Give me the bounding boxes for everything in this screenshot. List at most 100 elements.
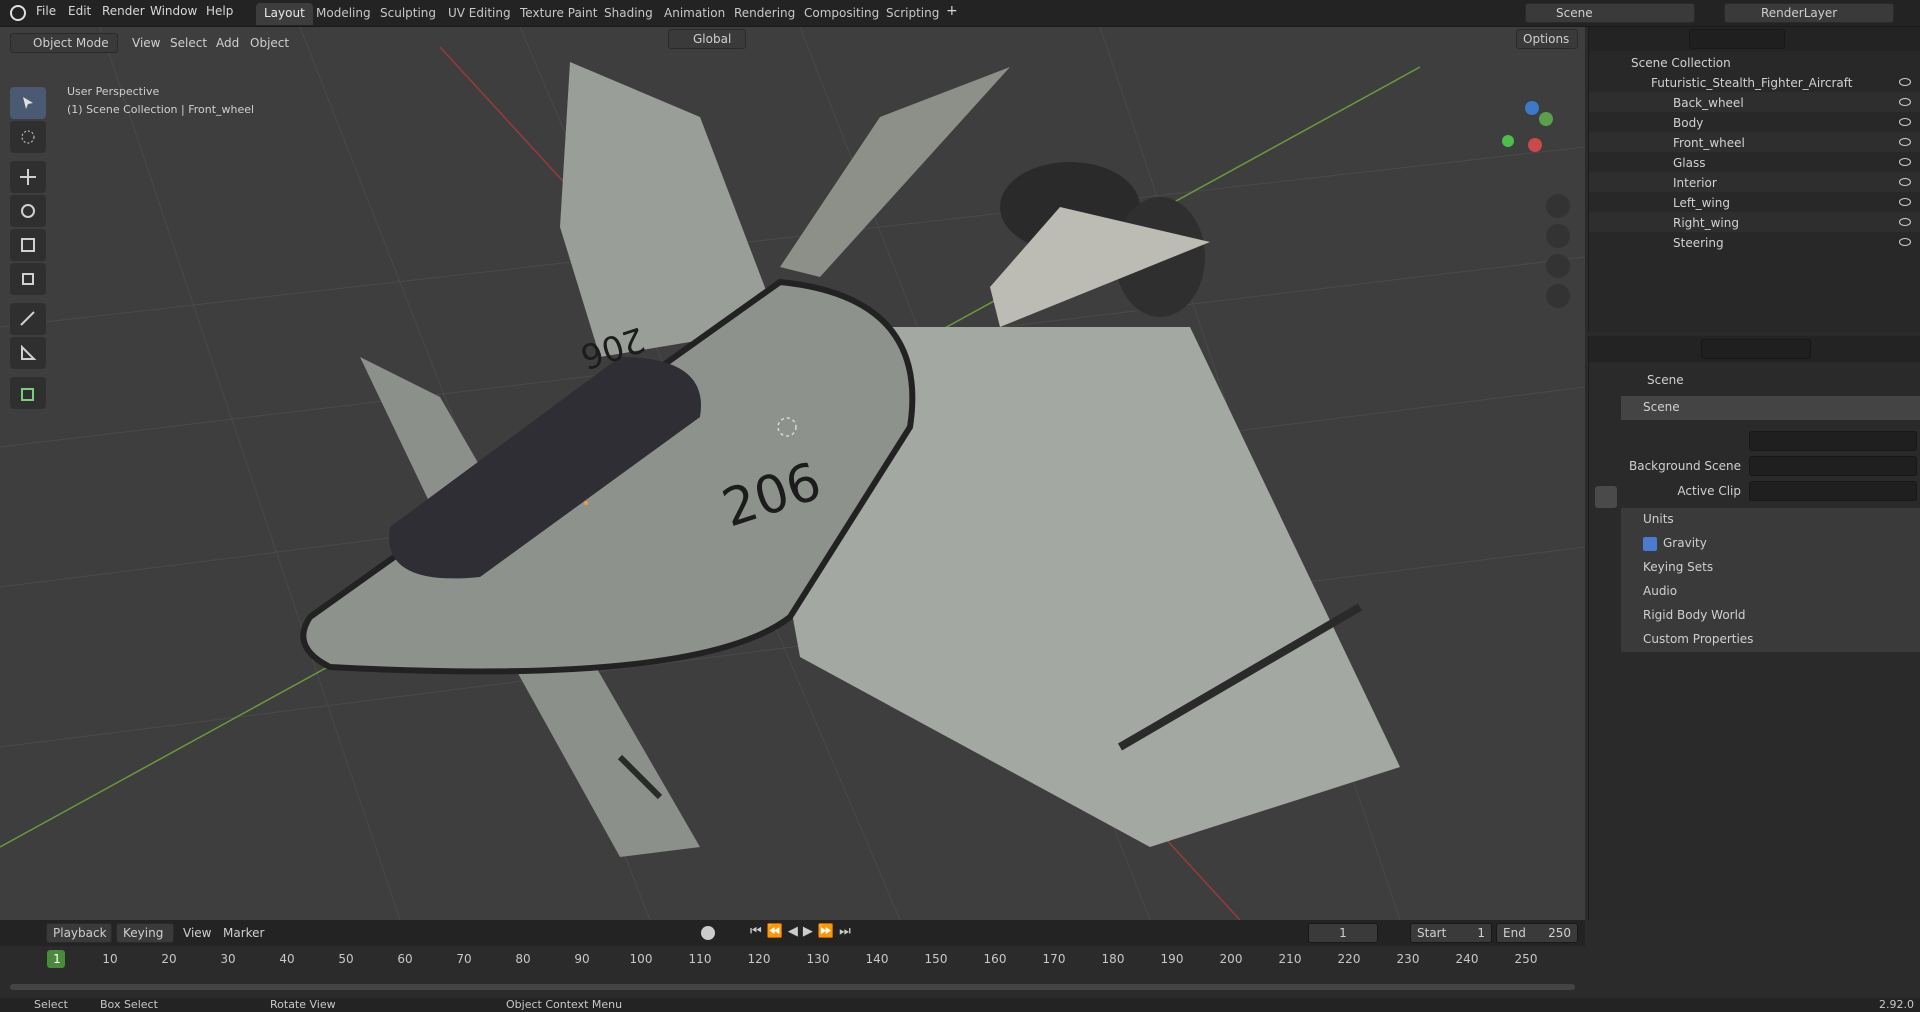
menu-help[interactable]: Help xyxy=(206,4,233,18)
keying-menu[interactable]: Keying xyxy=(116,923,174,943)
gravity-checkbox[interactable] xyxy=(1643,537,1657,551)
playback-menu[interactable]: Playback xyxy=(46,923,112,943)
eye-icon[interactable] xyxy=(1899,98,1911,106)
add-workspace-icon[interactable]: + xyxy=(946,3,958,19)
pan-hand-icon[interactable] xyxy=(1546,224,1570,248)
world-tab-icon[interactable] xyxy=(1595,514,1617,536)
navigation-gizmo[interactable] xyxy=(1500,97,1570,177)
eye-icon[interactable] xyxy=(1899,78,1911,86)
timeline-view-menu[interactable]: View xyxy=(183,926,211,940)
timeline-scrollbar[interactable] xyxy=(10,984,1575,990)
transform-orientation-selector[interactable]: Global xyxy=(668,29,746,49)
object-mode-selector[interactable]: Object Mode xyxy=(10,33,118,53)
menu-render[interactable]: Render xyxy=(102,4,145,18)
tab-uv-editing[interactable]: UV Editing xyxy=(440,3,519,25)
scene-panel-header[interactable]: Scene xyxy=(1621,396,1920,420)
particles-tab-icon[interactable] xyxy=(1595,602,1617,624)
outliner-search-input[interactable] xyxy=(1689,29,1785,49)
outliner-item-left-wing[interactable]: Left_wing xyxy=(1589,192,1920,212)
outliner-item-right-wing[interactable]: Right_wing xyxy=(1589,212,1920,232)
3d-viewport[interactable]: 206 206 Object Mode View Select Add Obje… xyxy=(0,27,1585,920)
data-tab-icon[interactable] xyxy=(1595,686,1617,708)
eye-icon[interactable] xyxy=(1899,178,1911,186)
viewport-menu-view[interactable]: View xyxy=(132,36,160,50)
eye-icon[interactable] xyxy=(1899,118,1911,126)
properties-search-input[interactable] xyxy=(1701,339,1811,359)
annotate-tool-icon[interactable] xyxy=(10,303,46,335)
blender-logo-icon[interactable] xyxy=(10,5,26,21)
tab-texture-paint[interactable]: Texture Paint xyxy=(512,3,605,25)
camera-view-icon[interactable] xyxy=(1546,254,1570,278)
tab-sculpting[interactable]: Sculpting xyxy=(372,3,444,25)
outliner-scene-collection[interactable]: Scene Collection xyxy=(1589,52,1920,72)
rigid-body-world-section[interactable]: Rigid Body World xyxy=(1621,604,1920,628)
measure-tool-icon[interactable] xyxy=(10,337,46,369)
texture-tab-icon[interactable] xyxy=(1595,750,1617,772)
render-layer-selector[interactable]: RenderLayer xyxy=(1724,3,1894,23)
add-cube-tool-icon[interactable] xyxy=(10,377,46,409)
rotate-tool-icon[interactable] xyxy=(10,195,46,227)
physics-tab-icon[interactable] xyxy=(1595,630,1617,652)
outliner-item-steering[interactable]: Steering xyxy=(1589,232,1920,252)
viewport-menu-object[interactable]: Object xyxy=(250,36,289,50)
options-button[interactable]: Options xyxy=(1516,29,1578,49)
modifier-tab-icon[interactable] xyxy=(1595,574,1617,596)
menu-window[interactable]: Window xyxy=(150,4,197,18)
z-axis-handle[interactable] xyxy=(1525,101,1539,115)
tool-tab-icon[interactable] xyxy=(1595,374,1617,396)
audio-section[interactable]: Audio xyxy=(1621,580,1920,604)
current-frame-field[interactable]: 1 xyxy=(1308,923,1378,943)
eye-icon[interactable] xyxy=(1899,138,1911,146)
aircraft-model[interactable] xyxy=(300,62,1400,857)
eye-icon[interactable] xyxy=(1899,218,1911,226)
menu-edit[interactable]: Edit xyxy=(68,4,91,18)
tab-rendering[interactable]: Rendering xyxy=(726,3,803,25)
output-tab-icon[interactable] xyxy=(1595,430,1617,452)
custom-properties-section[interactable]: Custom Properties xyxy=(1621,628,1920,652)
tab-animation[interactable]: Animation xyxy=(656,3,733,25)
outliner-collection-row[interactable]: Futuristic_Stealth_Fighter_Aircraft xyxy=(1589,72,1920,92)
zoom-icon[interactable] xyxy=(1546,194,1570,218)
object-tab-icon[interactable] xyxy=(1595,546,1617,568)
start-frame-field[interactable]: Start 1 xyxy=(1410,923,1492,943)
material-tab-icon[interactable] xyxy=(1595,714,1617,736)
tab-shading[interactable]: Shading xyxy=(596,3,661,25)
tab-modeling[interactable]: Modeling xyxy=(308,3,379,25)
perspective-toggle-icon[interactable] xyxy=(1546,284,1570,308)
timeline-marker-menu[interactable]: Marker xyxy=(223,926,264,940)
gravity-section[interactable]: Gravity xyxy=(1621,532,1920,556)
outliner-item-back-wheel[interactable]: Back_wheel xyxy=(1589,92,1920,112)
scene-selector[interactable]: Scene xyxy=(1525,3,1695,23)
outliner-item-body[interactable]: Body xyxy=(1589,112,1920,132)
eye-icon[interactable] xyxy=(1899,198,1911,206)
tab-layout[interactable]: Layout xyxy=(256,3,313,25)
units-section[interactable]: Units xyxy=(1621,508,1920,532)
move-tool-icon[interactable] xyxy=(10,161,46,193)
render-tab-icon[interactable] xyxy=(1595,402,1617,424)
tab-scripting[interactable]: Scripting xyxy=(878,3,947,25)
background-scene-field[interactable] xyxy=(1749,456,1917,476)
select-box-tool-icon[interactable] xyxy=(10,87,46,119)
tab-compositing[interactable]: Compositing xyxy=(796,3,887,25)
timeline-track[interactable]: 1 10 20 30 40 50 60 70 80 90 100 110 120… xyxy=(0,946,1585,998)
outliner-item-front-wheel[interactable]: Front_wheel xyxy=(1589,132,1920,152)
end-frame-field[interactable]: End 250 xyxy=(1496,923,1578,943)
camera-field[interactable] xyxy=(1749,431,1917,451)
y-axis-handle[interactable] xyxy=(1539,112,1553,126)
record-button-icon[interactable] xyxy=(701,926,715,940)
outliner-item-glass[interactable]: Glass xyxy=(1589,152,1920,172)
eye-icon[interactable] xyxy=(1899,238,1911,246)
keying-sets-section[interactable]: Keying Sets xyxy=(1621,556,1920,580)
menu-file[interactable]: File xyxy=(36,4,56,18)
cursor-tool-icon[interactable] xyxy=(10,121,46,153)
transform-tool-icon[interactable] xyxy=(10,263,46,295)
neg-y-axis-handle[interactable] xyxy=(1502,135,1514,147)
x-axis-handle[interactable] xyxy=(1528,138,1542,152)
viewport-menu-select[interactable]: Select xyxy=(170,36,207,50)
playback-controls-icon[interactable]: ⏮⏪◀▶⏩⏭ xyxy=(750,924,866,942)
active-clip-field[interactable] xyxy=(1749,481,1917,501)
constraints-tab-icon[interactable] xyxy=(1595,658,1617,680)
scale-tool-icon[interactable] xyxy=(10,229,46,261)
outliner-item-interior[interactable]: Interior xyxy=(1589,172,1920,192)
eye-icon[interactable] xyxy=(1899,158,1911,166)
